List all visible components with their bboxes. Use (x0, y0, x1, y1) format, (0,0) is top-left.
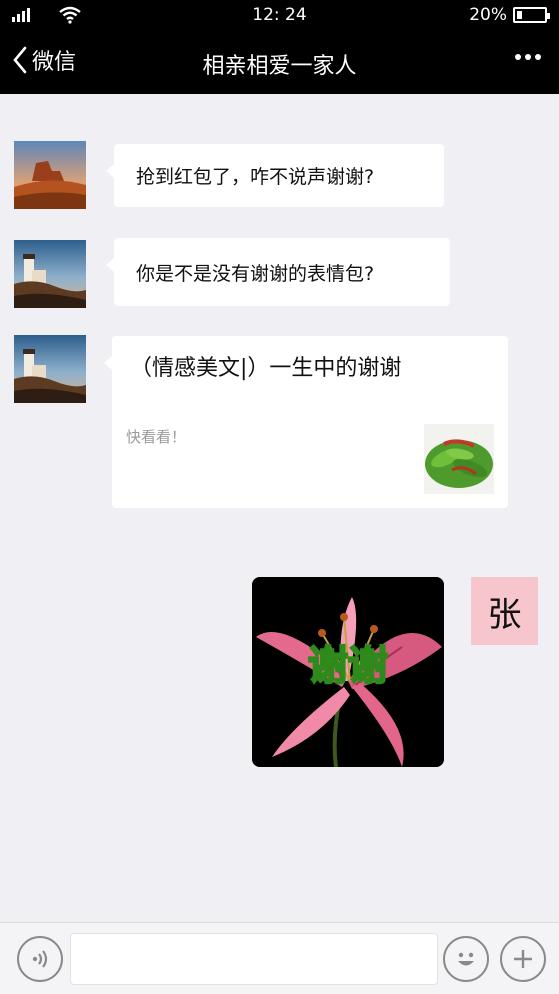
message-text: 你是不是没有谢谢的表情包? (136, 262, 375, 285)
chat-title: 相亲相爱一家人 (202, 54, 357, 79)
more-options-button[interactable] (515, 54, 541, 60)
avatar-desert[interactable] (14, 141, 86, 209)
battery-icon (513, 7, 550, 23)
battery-percent: 20% (469, 5, 507, 25)
voice-button[interactable] (17, 936, 63, 982)
link-card[interactable]: （情感美文|）一生中的谢谢 快看看！ (104, 336, 508, 508)
link-card-title: （情感美文|）一生中的谢谢 (130, 356, 402, 381)
message-input-bar (0, 922, 559, 994)
avatar-lighthouse[interactable] (14, 240, 86, 308)
self-avatar-text: 张 (487, 594, 522, 635)
wifi-icon (59, 6, 81, 24)
emoji-button[interactable] (443, 936, 489, 982)
message-input[interactable] (70, 933, 438, 985)
more-actions-button[interactable] (500, 936, 546, 982)
message-bubble[interactable]: 抢到红包了，咋不说声谢谢? (106, 144, 444, 207)
more-dot-icon (525, 54, 531, 60)
voice-icon (32, 950, 48, 968)
self-avatar[interactable]: 张 (471, 577, 538, 645)
link-card-thumbnail (424, 424, 494, 494)
lily-sticker-image[interactable]: 谢谢 (252, 577, 444, 767)
status-bar: 12: 24 20% (0, 0, 559, 30)
plus-icon (514, 950, 532, 968)
message-text: 抢到红包了，咋不说声谢谢? (136, 166, 375, 188)
chat-header: 微信 相亲相爱一家人 (0, 30, 559, 94)
message-bubble[interactable]: 你是不是没有谢谢的表情包? (106, 238, 450, 306)
avatar-lighthouse[interactable] (14, 335, 86, 403)
cellular-signal-icon (12, 8, 30, 22)
battery-fill (517, 11, 523, 19)
link-card-description: 快看看！ (126, 428, 187, 446)
sticker-caption: 谢谢 (308, 643, 388, 689)
smiley-icon (458, 952, 474, 966)
more-dot-icon (515, 54, 521, 60)
more-dot-icon (535, 54, 541, 60)
